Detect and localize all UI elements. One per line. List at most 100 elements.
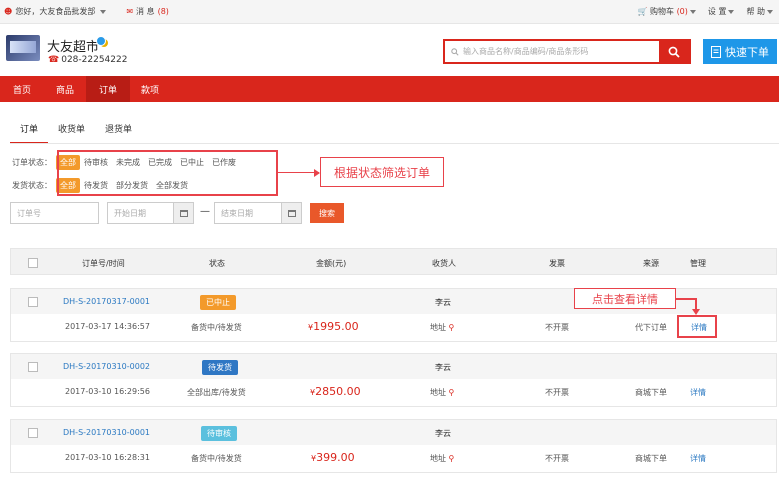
store-logo (6, 35, 40, 61)
address-link[interactable]: 地址 ⚲ (430, 387, 454, 398)
settings-label: 设 置 (707, 7, 727, 16)
cart-label: 购物车 (650, 7, 675, 16)
column-header: 金额(元) (316, 259, 347, 268)
settings-link[interactable]: 设 置 (708, 6, 735, 17)
mail-icon: ✉ (126, 7, 134, 16)
tab-orders[interactable]: 订单 (10, 118, 49, 144)
filter-highlight-box (57, 150, 278, 196)
column-header: 订单号/时间 (82, 259, 125, 268)
address-link[interactable]: 地址 ⚲ (430, 322, 454, 333)
nav-products[interactable]: 商品 (44, 76, 86, 102)
order-number-link[interactable]: DH-S-20170317-0001 (63, 297, 150, 306)
order-time: 2017-03-10 16:29:56 (65, 387, 150, 396)
greeting-text: 您好，大友食品批发部 (15, 7, 96, 16)
order-row: DH-S-20170310-0001 待审核 李云 2017-03-10 16:… (10, 419, 777, 473)
invoice-status: 不开票 (545, 323, 569, 332)
order-number-link[interactable]: DH-S-20170310-0001 (63, 428, 150, 437)
select-all-checkbox[interactable] (28, 258, 38, 268)
help-link[interactable]: 帮 助 (746, 6, 773, 17)
search-placeholder: 输入商品名称/商品编码/商品条形码 (463, 47, 589, 56)
receiver-name: 李云 (435, 298, 451, 307)
main-nav: 首页 商品 订单 款项 (0, 76, 779, 102)
tabs-divider (10, 143, 779, 144)
filter-callout: 根据状态筛选订单 (320, 157, 444, 187)
amount-value: 399.00 (316, 451, 355, 464)
table-header: 订单号/时间 状态 金额(元) 收货人 发票 来源 管理 (10, 248, 777, 275)
location-pin-icon: ⚲ (448, 323, 455, 332)
column-header: 发票 (549, 259, 565, 268)
start-date-input[interactable]: 开始日期 (107, 202, 194, 224)
nav-home[interactable]: 首页 (0, 76, 44, 102)
detail-highlight-box (677, 315, 717, 338)
tab-receipts[interactable]: 收货单 (48, 118, 95, 144)
search-input[interactable]: 输入商品名称/商品编码/商品条形码 (445, 41, 659, 62)
order-amount: ¥2850.00 (310, 385, 361, 398)
order-number-input[interactable]: 订单号 (10, 202, 99, 224)
column-header: 管理 (690, 259, 706, 268)
order-sub-status: 备货中/待发货 (191, 454, 242, 463)
quick-order-label: 快速下单 (725, 45, 769, 59)
order-checkbox[interactable] (28, 362, 38, 372)
end-date-input[interactable]: 结束日期 (214, 202, 302, 224)
order-status-label: 订单状态： (12, 158, 52, 167)
column-header: 状态 (209, 259, 225, 268)
receiver-name: 李云 (435, 363, 451, 372)
order-sub-status: 备货中/待发货 (191, 323, 242, 332)
status-badge: 已中止 (200, 295, 236, 310)
nav-payments[interactable]: 款项 (130, 76, 170, 102)
cart-link[interactable]: 🛒 购物车 (0) (638, 6, 696, 17)
tab-returns[interactable]: 退货单 (95, 118, 142, 144)
chevron-down-icon (767, 9, 773, 14)
order-source: 商城下单 (635, 388, 667, 397)
store-phone: ☎ 028-22254222 (48, 55, 127, 65)
messages-link[interactable]: 消 息 (136, 6, 155, 17)
search-button[interactable] (659, 41, 689, 62)
qq-icon[interactable] (96, 36, 106, 46)
search-icon (668, 46, 680, 58)
calendar-icon[interactable] (173, 203, 193, 223)
chevron-down-icon (728, 9, 735, 14)
messages-count: (8) (157, 7, 169, 16)
filter-search-button[interactable]: 搜索 (310, 203, 344, 223)
top-left-group: ☻ 您好，大友食品批发部 ✉ 消 息 (8) (4, 6, 169, 17)
status-badge: 待发货 (202, 360, 238, 375)
cart-icon: 🛒 (637, 7, 648, 16)
phone-icon: ☎ (48, 55, 60, 65)
receiver-name: 李云 (435, 429, 451, 438)
order-time: 2017-03-17 14:36:57 (65, 322, 150, 331)
start-date-placeholder: 开始日期 (114, 208, 146, 218)
detail-link[interactable]: 详情 (690, 453, 706, 464)
chevron-down-icon[interactable] (100, 9, 107, 14)
detail-link[interactable]: 详情 (690, 387, 706, 398)
invoice-status: 不开票 (545, 454, 569, 463)
amount-value: 2850.00 (315, 385, 361, 398)
quick-order-button[interactable]: 快速下单 (703, 39, 777, 64)
document-icon (711, 45, 721, 58)
location-pin-icon: ⚲ (448, 388, 455, 397)
order-row: DH-S-20170310-0002 待发货 李云 2017-03-10 16:… (10, 353, 777, 407)
arrow-down-icon (692, 309, 700, 315)
order-number-link[interactable]: DH-S-20170310-0002 (63, 362, 150, 371)
end-date-placeholder: 结束日期 (221, 208, 253, 218)
nav-orders[interactable]: 订单 (86, 76, 131, 102)
order-source: 商城下单 (635, 454, 667, 463)
search-bar: 输入商品名称/商品编码/商品条形码 (443, 39, 691, 64)
calendar-icon[interactable] (281, 203, 301, 223)
address-link[interactable]: 地址 ⚲ (430, 453, 454, 464)
date-separator: — (200, 206, 210, 217)
phone-number: 028-22254222 (61, 55, 128, 65)
search-small-icon (451, 47, 459, 56)
order-amount: ¥399.00 (311, 451, 355, 464)
address-label: 地址 (430, 323, 446, 332)
order-time: 2017-03-10 16:28:31 (65, 453, 150, 462)
order-checkbox[interactable] (28, 297, 38, 307)
address-label: 地址 (430, 454, 446, 463)
chevron-down-icon (689, 9, 696, 14)
order-tabs: 订单 收货单 退货单 (10, 118, 142, 144)
column-header: 收货人 (432, 259, 456, 268)
status-badge: 待审核 (201, 426, 237, 441)
order-source: 代下订单 (635, 323, 667, 332)
detail-callout-line (676, 298, 697, 300)
order-checkbox[interactable] (28, 428, 38, 438)
filter-callout-line (278, 172, 319, 173)
